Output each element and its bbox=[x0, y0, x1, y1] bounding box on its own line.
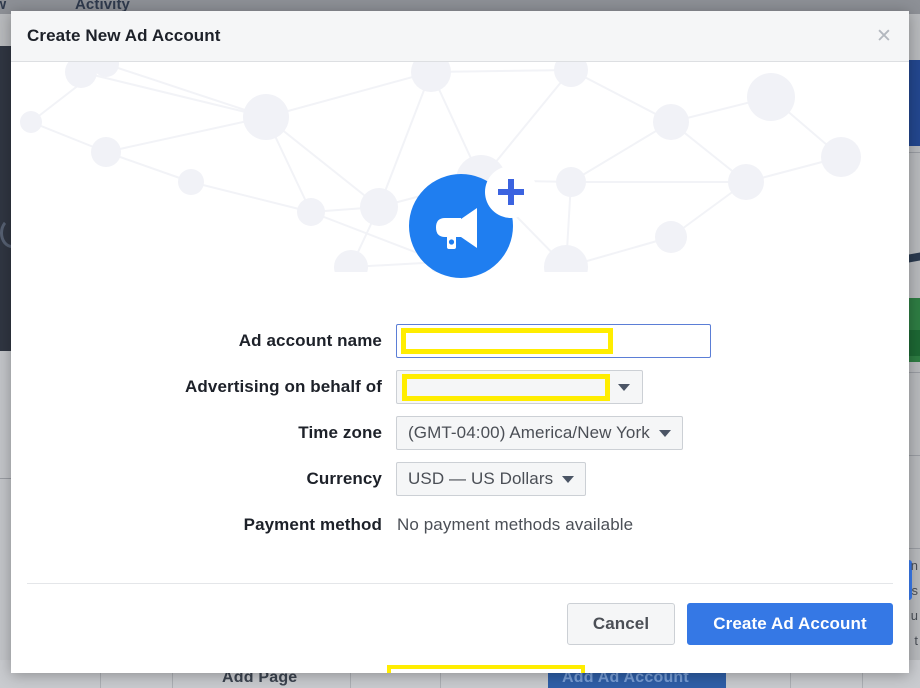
background-right-text-3: u bbox=[910, 608, 918, 623]
chevron-down-icon bbox=[658, 429, 671, 437]
chevron-down-icon bbox=[618, 383, 630, 391]
label-time-zone: Time zone bbox=[298, 423, 382, 442]
control-payment-method: No payment methods available bbox=[396, 515, 909, 535]
control-ad-account-name bbox=[396, 324, 909, 358]
chevron-down-icon bbox=[562, 475, 575, 483]
close-icon[interactable]: ✕ bbox=[873, 25, 895, 47]
form-row-advertising-on-behalf-of: Advertising on behalf of bbox=[11, 370, 909, 404]
highlight-annotation-name bbox=[401, 328, 613, 354]
time-zone-value: (GMT-04:00) America/New York bbox=[408, 423, 650, 442]
label-ad-account-name: Ad account name bbox=[238, 331, 382, 350]
modal-header: Create New Ad Account ✕ bbox=[11, 11, 909, 62]
label-payment-method: Payment method bbox=[243, 515, 382, 534]
ad-account-form: Ad account name Advertising on behalf of bbox=[11, 324, 909, 554]
currency-select[interactable]: USD — US Dollars bbox=[396, 462, 587, 496]
modal-body: Ad account name Advertising on behalf of bbox=[11, 62, 909, 673]
highlight-annotation-legal bbox=[386, 665, 585, 673]
legal-text-part1: By creating an ad account, you agree, on… bbox=[27, 672, 385, 673]
control-currency: USD — US Dollars bbox=[396, 462, 909, 496]
cancel-button[interactable]: Cancel bbox=[567, 603, 675, 645]
form-row-currency: Currency USD — US Dollars bbox=[11, 462, 909, 496]
highlight-annotation-behalf bbox=[402, 374, 610, 401]
background-tab-overview[interactable]: ew bbox=[0, 0, 6, 13]
megaphone-icon bbox=[436, 208, 477, 249]
legal-disclaimer: By creating an ad account, you agree, on… bbox=[27, 665, 893, 673]
form-row-ad-account-name: Ad account name bbox=[11, 324, 909, 358]
legal-text-part2: as its authorized representative to bbox=[587, 672, 827, 673]
modal-title: Create New Ad Account bbox=[27, 26, 221, 45]
hero-illustration bbox=[409, 166, 537, 278]
modal-actions: Cancel Create Ad Account bbox=[567, 603, 893, 645]
currency-value: USD — US Dollars bbox=[408, 469, 554, 488]
background-right-text-2: s bbox=[911, 583, 919, 598]
control-time-zone: (GMT-04:00) America/New York bbox=[396, 416, 909, 450]
plus-badge bbox=[485, 166, 537, 218]
form-row-payment-method: Payment method No payment methods availa… bbox=[11, 508, 909, 542]
payment-method-value: No payment methods available bbox=[397, 515, 634, 534]
ad-account-name-input[interactable] bbox=[396, 324, 711, 358]
background-right-text-1: n bbox=[910, 558, 918, 573]
create-ad-account-modal: Create New Ad Account ✕ Ad account name … bbox=[11, 11, 909, 673]
plus-icon bbox=[498, 179, 524, 205]
control-advertising-on-behalf-of bbox=[396, 370, 909, 404]
label-advertising-on-behalf-of: Advertising on behalf of bbox=[185, 377, 382, 396]
create-ad-account-button[interactable]: Create Ad Account bbox=[687, 603, 893, 645]
time-zone-select[interactable]: (GMT-04:00) America/New York bbox=[396, 416, 683, 450]
footer-divider bbox=[27, 583, 893, 584]
form-row-time-zone: Time zone (GMT-04:00) America/New York bbox=[11, 416, 909, 450]
advertising-on-behalf-of-select[interactable] bbox=[396, 370, 643, 404]
label-currency: Currency bbox=[306, 469, 382, 488]
background-right-text-4: t bbox=[914, 633, 918, 648]
